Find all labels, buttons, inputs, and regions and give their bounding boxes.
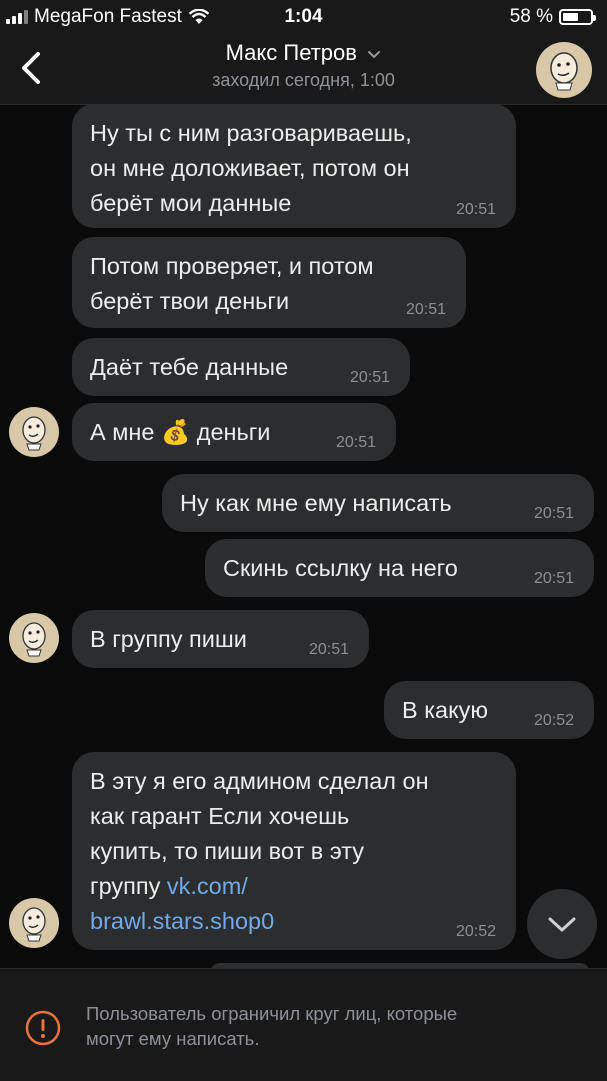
status-bar: MegaFon Fastest 1:04 58 % [0,0,607,34]
message-text: В эту я его админом сделал он как гарант… [90,764,498,939]
restricted-notice-text: Пользователь ограничил круг лиц, которые… [86,1003,458,1049]
message-text: Потом проверяет, и потом берёт твои день… [90,253,374,314]
contact-avatar[interactable] [9,898,59,948]
scroll-down-button[interactable] [527,889,597,959]
message-text: В какую [402,697,488,723]
message-outgoing[interactable]: В какую 20:52 [384,681,594,739]
last-seen: заходил сегодня, 1:00 [212,70,395,90]
message-text: Даёт тебе данные [90,354,289,380]
message-text-part: В эту я его админом сделал он как гарант… [90,768,429,899]
message-time: 20:52 [533,712,574,729]
contact-name[interactable]: Макс Петров [226,40,357,65]
message-text-part: деньги [190,419,271,445]
message-time: 20:51 [335,434,376,451]
message-incoming[interactable]: А мне 💰 деньги 20:51 [72,403,396,461]
message-time: 20:51 [455,201,496,218]
contact-avatar[interactable] [536,42,592,98]
message-time: 20:51 [533,505,574,522]
chat-title[interactable]: Макс Петров [0,40,607,66]
message-incoming[interactable]: В эту я его админом сделал он как гарант… [72,752,516,950]
chevron-down-icon[interactable] [527,889,597,959]
contact-avatar[interactable] [9,407,59,457]
chat-title-block[interactable]: Макс Петров заходил сегодня, 1:00 [0,40,607,91]
contact-avatar[interactable] [9,613,59,663]
message-text: Ну как мне ему написать [180,490,452,516]
battery-fill [563,13,578,21]
message-incoming[interactable]: Даёт тебе данные 20:51 [72,338,410,396]
message-outgoing[interactable]: Скинь ссылку на него 20:51 [205,539,594,597]
restricted-notice-bar: Пользователь ограничил круг лиц, которые… [0,968,607,1081]
chat-header: Макс Петров заходил сегодня, 1:00 [0,34,607,105]
message-text: Ну ты с ним разговариваешь, он мне долож… [90,120,412,216]
message-time: 20:52 [455,923,496,940]
warning-icon [25,1010,61,1046]
message-time: 20:51 [349,369,390,386]
message-text-part: А мне [90,419,161,445]
battery-percent: 58 % [509,6,553,27]
message-time: 20:51 [533,570,574,587]
message-outgoing[interactable]: Ну как мне ему написать 20:51 [162,474,594,532]
message-incoming[interactable]: Ну ты с ним разговариваешь, он мне долож… [72,104,516,228]
message-incoming[interactable]: В группу пиши 20:51 [72,610,369,668]
message-text: Скинь ссылку на него [223,555,458,581]
status-right: 58 % [509,6,596,28]
chevron-down-icon[interactable] [367,50,381,60]
message-time: 20:51 [308,641,349,658]
battery-icon [559,9,596,25]
message-time: 20:51 [405,301,446,318]
message-text: В группу пиши [90,626,247,652]
message-text: А мне 💰 деньги [90,419,270,445]
message-incoming[interactable]: Потом проверяет, и потом берёт твои день… [72,237,466,328]
money-bag-emoji: 💰 [160,419,191,445]
